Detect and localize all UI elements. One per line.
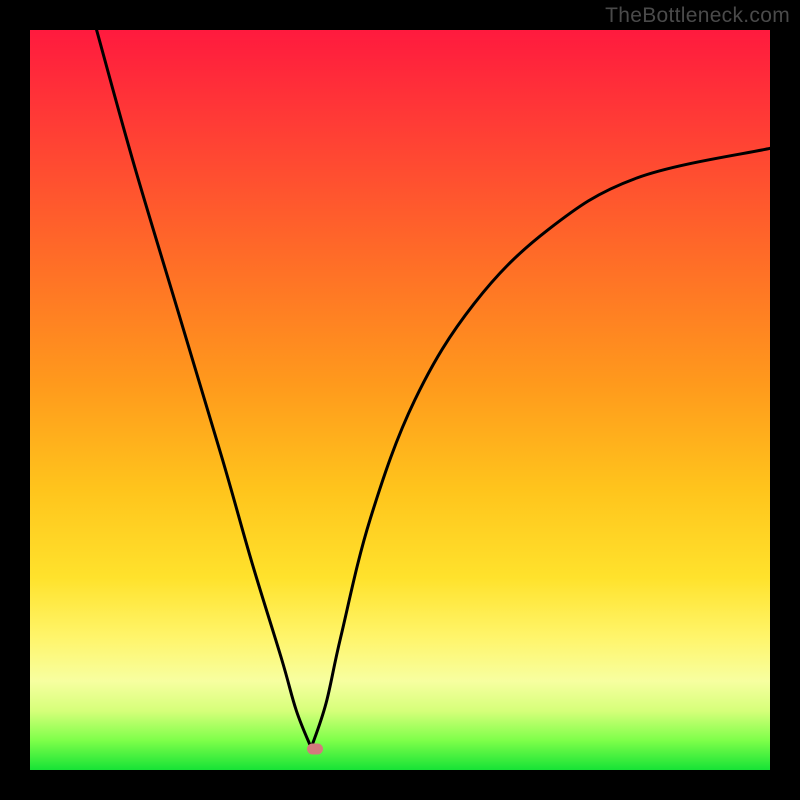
chart-frame: TheBottleneck.com (0, 0, 800, 800)
min-marker (307, 744, 323, 755)
watermark-text: TheBottleneck.com (605, 4, 790, 28)
plot-area (30, 30, 770, 770)
gradient-background (30, 30, 770, 770)
